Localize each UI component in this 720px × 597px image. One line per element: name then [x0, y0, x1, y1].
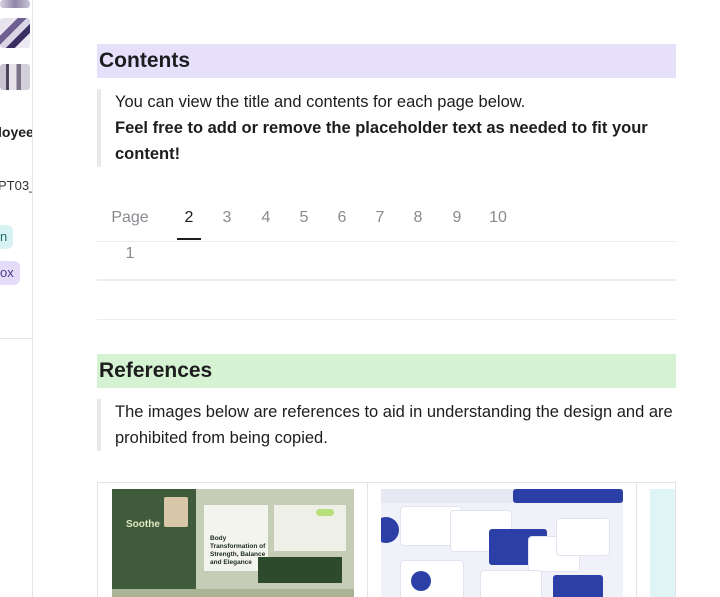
sidebar-tag-chip[interactable]: n [0, 225, 14, 249]
tab-page-10[interactable]: 10 [485, 200, 511, 240]
tab-page-2[interactable]: 2 [177, 200, 201, 240]
slide-thumbnail[interactable] [0, 64, 30, 90]
tab-page-4[interactable]: 4 [256, 200, 276, 240]
contents-callout: You can view the title and contents for … [97, 89, 676, 167]
references-heading: References [97, 354, 676, 388]
soothe-logo: Soothe [126, 519, 160, 530]
reference-image-blue-slides [381, 489, 623, 597]
contents-description: You can view the title and contents for … [115, 93, 526, 111]
tab-page-3[interactable]: 3 [217, 200, 237, 240]
slide-thumbnail[interactable] [0, 18, 30, 48]
sidebar-code-fragment: PT03_ [0, 178, 32, 193]
references-callout: The images below are references to aid i… [97, 399, 676, 451]
contents-note: Feel free to add or remove the placehold… [115, 119, 648, 163]
tab-page-9[interactable]: 9 [447, 200, 467, 240]
tab-page-6[interactable]: 6 [332, 200, 352, 240]
tab-page-7[interactable]: 7 [370, 200, 390, 240]
reference-image-soothe: Soothe Body Transformation of Strength, … [112, 489, 354, 597]
reference-card[interactable]: Soothe Body Transformation of Strength, … [98, 483, 368, 597]
reference-card[interactable] [636, 483, 675, 597]
tab-page-1[interactable]: Page 1 [105, 200, 155, 262]
sidebar-divider [0, 338, 32, 339]
tab-page-8[interactable]: 8 [408, 200, 428, 240]
reference-gallery: Soothe Body Transformation of Strength, … [97, 482, 676, 597]
contents-heading: Contents [97, 44, 676, 78]
tab-panel-divider [97, 319, 676, 320]
left-sidebar-panel: loyee PT03_ n ox [0, 0, 33, 597]
document-main: Contents You can view the title and cont… [33, 0, 720, 597]
slide-thumbnail[interactable] [0, 0, 30, 8]
reference-image-teal [650, 489, 675, 597]
page-tabs: Page 1 2 3 4 5 6 7 8 9 10 [97, 200, 676, 262]
tab-page-5[interactable]: 5 [294, 200, 314, 240]
reference-card[interactable] [367, 483, 637, 597]
tab-panel-divider [97, 279, 676, 281]
sidebar-title-fragment: loyee [0, 124, 33, 140]
references-description: The images below are references to aid i… [115, 403, 673, 447]
sidebar-tag-chip[interactable]: ox [0, 261, 20, 285]
